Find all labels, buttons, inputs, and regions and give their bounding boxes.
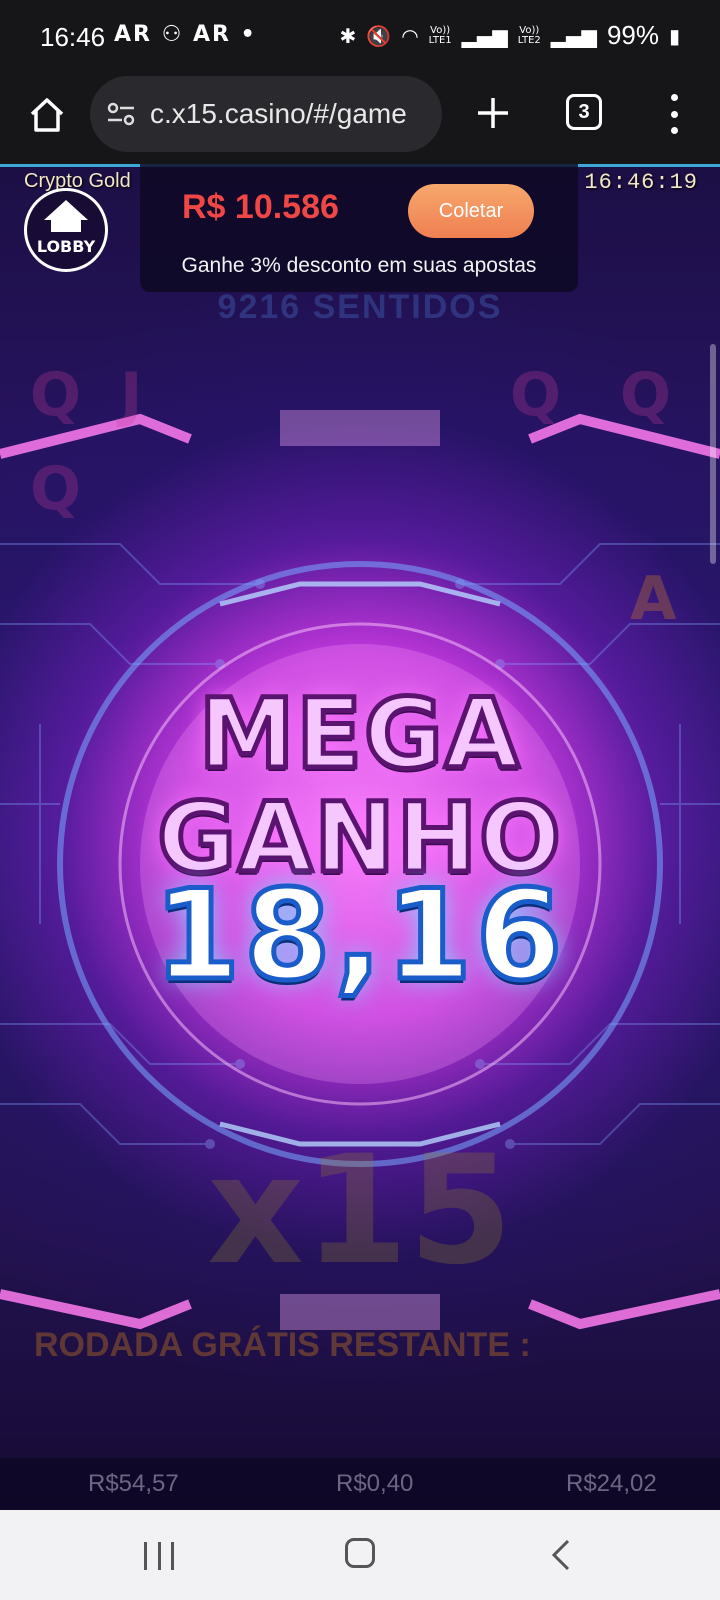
game-clock: 16:46:19	[584, 170, 698, 195]
sim2-volte-label: Vo))	[519, 24, 540, 36]
reel-symbol: J	[120, 360, 143, 430]
navigation-bar	[0, 1510, 720, 1600]
signal-icon-2: ▂▄▆	[550, 23, 597, 48]
new-tab-icon[interactable]	[470, 90, 516, 136]
sim2-lte-label: LTE2	[517, 34, 541, 46]
stat-value-1: R$54,57	[88, 1470, 179, 1497]
stat-value-2: R$0,40	[336, 1470, 414, 1497]
status-bar: 16:46 AR ⚇ AR • ✱ 🔇 ◠ Vo)) LTE1 ▂▄▆ Vo))…	[0, 0, 720, 72]
tab-count: 3	[578, 100, 590, 123]
bonus-panel: R$ 10.586 Coletar Ganhe 3% desconto em s…	[140, 164, 578, 292]
notification-icons: AR ⚇ AR •	[114, 22, 257, 47]
bottom-stats-row: R$54,57 R$0,40 R$24,02	[0, 1458, 720, 1510]
reel-symbol: Q	[30, 454, 82, 524]
battery-charging-icon: ▮	[668, 23, 680, 48]
site-info-icon[interactable]	[106, 99, 136, 129]
scrollbar[interactable]	[710, 344, 716, 564]
stat-value-3: R$24,02	[566, 1470, 657, 1497]
status-right-icons: ✱ 🔇 ◠ Vo)) LTE1 ▂▄▆ Vo)) LTE2 ▂▄▆ 99% ▮	[340, 20, 680, 51]
address-bar[interactable]: c.x15.casino/#/game	[90, 76, 442, 152]
collect-button[interactable]: Coletar	[408, 184, 534, 238]
battery-percent: 99%	[606, 20, 659, 50]
ways-counter: 9216 SENTIDOS	[217, 288, 503, 326]
more-menu-icon[interactable]	[662, 94, 686, 134]
sim2-indicator: Vo)) LTE2	[517, 24, 541, 46]
win-title-line1: MEGA	[196, 676, 522, 793]
win-amount: 18,16	[151, 862, 567, 1011]
lobby-label: LOBBY	[36, 237, 96, 256]
url-text: c.x15.casino/#/game	[150, 98, 407, 129]
reel-symbol: Q	[30, 360, 82, 430]
reel-symbol: Q	[510, 360, 562, 430]
home-icon[interactable]	[345, 1538, 375, 1568]
recent-apps-icon[interactable]	[144, 1542, 174, 1570]
mute-icon: 🔇	[366, 23, 392, 48]
status-time: 16:46	[40, 22, 106, 52]
house-icon	[44, 200, 88, 232]
browser-toolbar: c.x15.casino/#/game 3	[0, 72, 720, 164]
collect-button-label: Coletar	[438, 199, 504, 222]
game-area[interactable]: Q J Q Q Q A Crypto Gold 16:46:19 LOBBY R…	[0, 164, 720, 1510]
tab-switcher-button[interactable]: 3	[566, 94, 602, 130]
wifi-icon: ◠	[401, 23, 419, 48]
bluetooth-icon: ✱	[339, 23, 357, 48]
browser-home-button[interactable]	[22, 90, 72, 140]
reel-symbol: A	[630, 564, 677, 634]
x15-logo-faded: x15	[207, 1124, 513, 1298]
promo-text: Ganhe 3% desconto em suas apostas	[181, 254, 537, 277]
sim1-volte-label: Vo))	[430, 24, 451, 36]
sim1-lte-label: LTE1	[428, 34, 452, 46]
free-spins-label: RODADA GRÁTIS RESTANTE :	[34, 1326, 531, 1364]
reel-symbol: Q	[620, 360, 672, 430]
sim1-indicator: Vo)) LTE1	[428, 24, 452, 46]
bonus-balance: R$ 10.586	[182, 188, 339, 226]
back-icon[interactable]	[548, 1538, 576, 1572]
home-icon	[30, 98, 64, 132]
signal-icon: ▂▄▆	[461, 23, 508, 48]
lobby-button[interactable]: LOBBY	[24, 188, 108, 272]
